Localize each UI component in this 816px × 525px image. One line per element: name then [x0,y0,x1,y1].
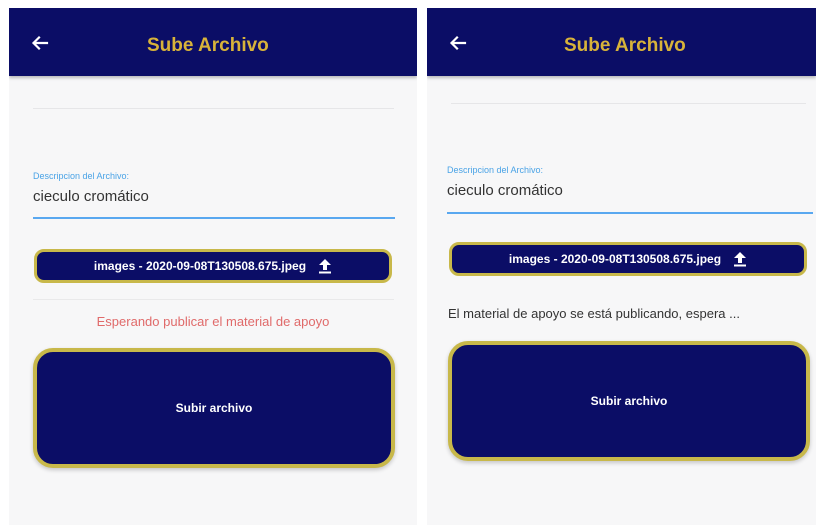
page-title: Sube Archivo [147,35,269,56]
app-bar: Sube Archivo [9,8,417,76]
back-button[interactable] [445,30,471,56]
divider [33,299,394,300]
submit-button-label: Subir archivo [175,401,253,415]
arrow-left-icon [449,35,467,51]
select-file-button[interactable]: images - 2020-09-08T130508.675.jpeg [449,242,807,276]
back-button[interactable] [27,30,53,56]
file-button-label: images - 2020-09-08T130508.675.jpeg [93,259,307,273]
app-bar: Sube Archivo [427,8,816,76]
screen-publishing: Sube Archivo Descripcion del Archivo: ci… [427,8,816,525]
divider [451,103,806,104]
page-title: Sube Archivo [564,35,686,56]
submit-file-button[interactable]: Subir archivo [448,341,810,461]
status-text: El material de apoyo se está publicando,… [448,306,740,321]
description-label: Descripcion del Archivo: [33,171,130,181]
upload-icon [734,252,747,267]
file-button-label: images - 2020-09-08T130508.675.jpeg [508,252,722,266]
description-input[interactable]: cieculo cromático [33,188,149,205]
arrow-left-icon [31,35,49,51]
description-label: Descripcion del Archivo: [447,165,544,175]
description-underline [447,212,813,214]
description-input[interactable]: cieculo cromático [447,182,563,199]
submit-file-button[interactable]: Subir archivo [33,348,395,468]
screen-waiting: Sube Archivo Descripcion del Archivo: ci… [9,8,417,525]
upload-icon [319,259,332,274]
description-underline [33,217,395,219]
select-file-button[interactable]: images - 2020-09-08T130508.675.jpeg [34,249,392,283]
divider [33,108,394,109]
submit-button-label: Subir archivo [590,394,668,408]
status-text: Esperando publicar el material de apoyo [96,314,330,329]
